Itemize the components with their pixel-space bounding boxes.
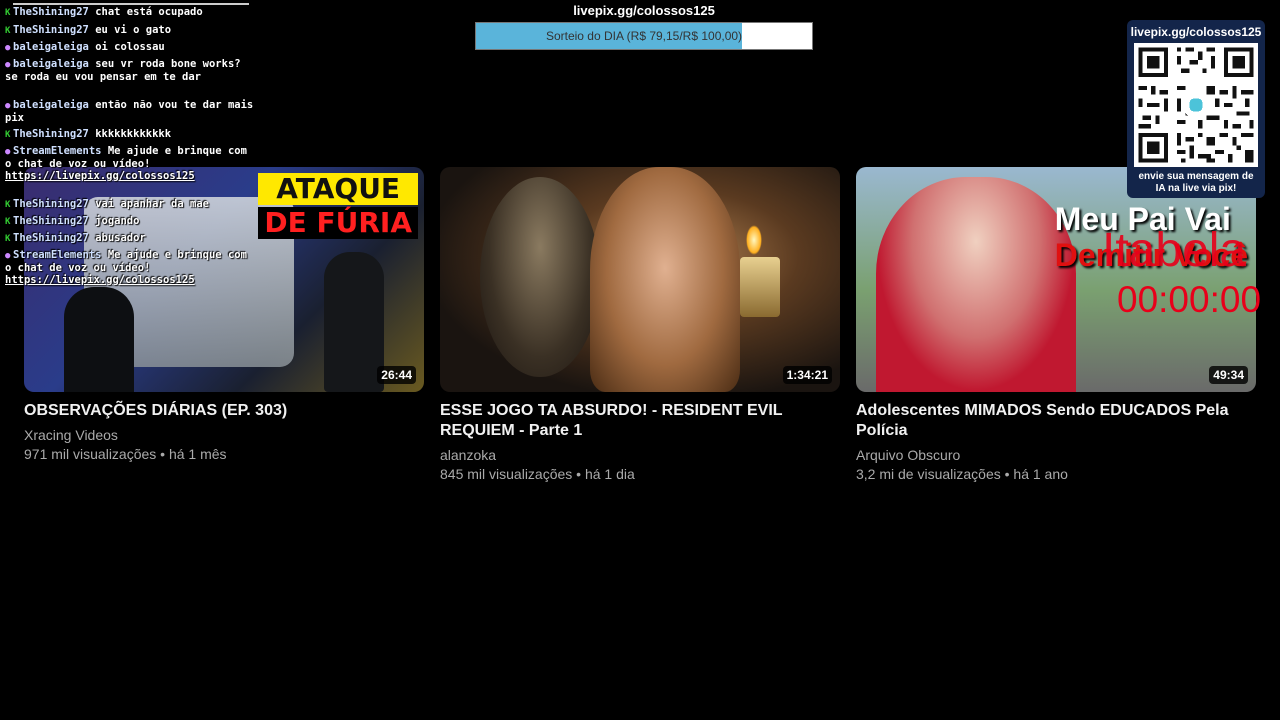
officer-image <box>324 252 384 392</box>
chat-username: TheShining27 <box>13 6 89 18</box>
chat-text: vai apanhar da mae <box>95 198 209 210</box>
chat-message: ● baleigaleiga seu vr roda bone works? se… <box>5 58 255 83</box>
chat-link[interactable]: https://livepix.gg/colossos125 <box>5 274 195 286</box>
chat-username: TheShining27 <box>13 215 89 227</box>
chat-username: baleigaleiga <box>13 41 89 53</box>
green-k-icon: K <box>5 130 11 140</box>
channel-name[interactable]: alanzoka <box>440 446 840 465</box>
video-card[interactable]: 1:34:21 ESSE JOGO TA ABSURDO! - RESIDENT… <box>440 167 840 484</box>
chat-message: ● StreamElements Me ajude e brinque com o… <box>5 249 255 286</box>
qr-caption-line: IA na live via pix! <box>1155 183 1237 194</box>
chat-username: TheShining27 <box>13 198 89 210</box>
video-thumbnail[interactable]: 1:34:21 <box>440 167 840 392</box>
person-image <box>876 177 1076 392</box>
chat-username: baleigaleiga <box>13 99 89 111</box>
timer-value: 00:00:00 <box>1117 279 1262 320</box>
streamer-face-image <box>590 167 740 392</box>
video-duration: 26:44 <box>377 366 416 384</box>
chat-text: chat está ocupado <box>95 6 203 18</box>
video-meta: 3,2 mi de visualizações • há 1 ano <box>856 466 1068 482</box>
chat-message: ● baleigaleiga então não vou te dar mais … <box>5 99 255 124</box>
thumbnail-text-line: DE FÚRIA <box>258 207 418 239</box>
video-title[interactable]: ESSE JOGO TA ABSURDO! - RESIDENT EVIL RE… <box>440 401 840 441</box>
chat-link[interactable]: https://livepix.gg/colossos125 <box>5 170 195 182</box>
channel-name[interactable]: Arquivo Obscuro <box>856 446 1256 465</box>
chat-message: K TheShining27 vai apanhar da mae <box>5 198 255 211</box>
chat-username: StreamElements <box>13 145 102 157</box>
thumbnail-text-line: ATAQUE <box>258 173 418 205</box>
channel-name[interactable]: Xracing Videos <box>24 426 424 445</box>
qr-panel: livepix.gg/colossos125 envie sua mensage… <box>1127 20 1265 198</box>
green-k-icon: K <box>5 234 11 244</box>
chat-username: StreamElements <box>13 249 102 261</box>
donation-progress-bar: Sorteio do DIA (R$ 79,15/R$ 100,00) <box>475 22 813 50</box>
chat-text: oi colossau <box>95 41 165 53</box>
chat-username: TheShining27 <box>13 24 89 36</box>
purple-chat-icon: ● <box>5 43 11 53</box>
purple-chat-icon: ● <box>5 60 11 70</box>
chat-message: K TheShining27 jogando <box>5 215 255 228</box>
video-meta: 845 mil visualizações • há 1 dia <box>440 466 635 482</box>
green-k-icon: K <box>5 26 11 36</box>
officer-image <box>64 287 134 392</box>
chat-username: TheShining27 <box>13 128 89 140</box>
chat-message: ● baleigaleiga oi colossau <box>5 41 255 54</box>
qr-code-icon <box>1134 43 1258 167</box>
chat-text: kkkkkkkkkkkk <box>95 128 172 140</box>
video-duration: 1:34:21 <box>782 366 832 384</box>
chat-username: TheShining27 <box>13 232 89 244</box>
purple-chat-icon: ● <box>5 101 11 111</box>
progress-label: Sorteio do DIA (R$ 79,15/R$ 100,00) <box>545 29 743 43</box>
donation-url: livepix.gg/colossos125 <box>573 3 715 18</box>
video-meta: 971 mil visualizações • há 1 mês <box>24 446 227 462</box>
monster-image <box>480 177 600 377</box>
purple-chat-icon: ● <box>5 147 11 157</box>
purple-chat-icon: ● <box>5 251 11 261</box>
chat-text: abusador <box>95 232 146 244</box>
green-k-icon: K <box>5 217 11 227</box>
chat-text: jogando <box>95 215 140 227</box>
video-card[interactable]: Meu Pai Vai Demitir Você 49:34 Adolescen… <box>856 167 1256 484</box>
thumbnail-overlay-text: ATAQUE DE FÚRIA <box>258 173 418 239</box>
green-k-icon: K <box>5 8 11 18</box>
flame-image <box>746 225 762 255</box>
chat-text: eu vi o gato <box>95 24 172 36</box>
chat-message: K TheShining27 abusador <box>5 232 255 245</box>
chat-message: ● StreamElements Me ajude e brinque com o… <box>5 145 255 182</box>
chat-message: K TheShining27 kkkkkkkkkkkk <box>5 128 255 141</box>
video-duration: 49:34 <box>1209 366 1248 384</box>
lighter-image <box>740 257 780 317</box>
green-k-icon: K <box>5 200 11 210</box>
qr-caption: envie sua mensagem de IA na live via pix… <box>1127 171 1265 195</box>
video-title[interactable]: OBSERVAÇÕES DIÁRIAS (EP. 303) <box>24 401 424 421</box>
chat-divider <box>13 3 249 5</box>
video-title[interactable]: Adolescentes MIMADOS Sendo EDUCADOS Pela… <box>856 401 1256 441</box>
chat-message: K TheShining27 chat está ocupado <box>5 6 255 19</box>
qr-caption-line: envie sua mensagem de <box>1138 171 1254 182</box>
chat-username: baleigaleiga <box>13 58 89 70</box>
timer-label: Itabela <box>1102 224 1247 277</box>
chat-message: K TheShining27 eu vi o gato <box>5 24 255 37</box>
qr-url: livepix.gg/colossos125 <box>1130 25 1262 39</box>
